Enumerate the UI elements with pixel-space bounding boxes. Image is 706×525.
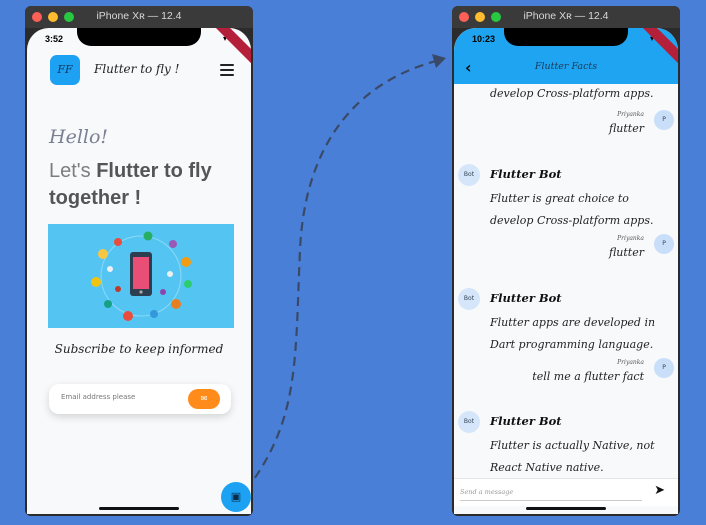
phone-notch	[77, 28, 201, 46]
status-time: 10:23	[472, 34, 496, 44]
right-simulator-window: iPhone Xʀ — 12.4 ‹ Flutter Facts 10:23 ▾…	[452, 6, 680, 516]
home-indicator	[526, 507, 606, 510]
app-logo[interactable]: FF	[50, 55, 80, 85]
menu-icon[interactable]	[220, 64, 234, 79]
simulator-titlebar: iPhone Xʀ — 12.4	[452, 6, 680, 28]
bot-message-text: Flutter apps are developed in Dart progr…	[490, 316, 656, 351]
phone-screen: ‹ Flutter Facts 10:23 ▾ ▮ develop Cross-…	[454, 28, 678, 514]
bot-avatar: Bot	[458, 288, 480, 310]
user-name: Priyanka	[617, 359, 644, 366]
email-field[interactable]: Email address please	[61, 393, 135, 401]
phone-screen: 3:52 ▾ ▮ FF Flutter to fly ! Hello! Let'…	[27, 28, 251, 514]
tagline-prefix: Let's	[49, 160, 97, 182]
simulator-title: iPhone Xʀ — 12.4	[96, 10, 182, 22]
email-field-container: Email address please ✉	[49, 384, 231, 414]
user-avatar: P	[654, 234, 674, 254]
bot-name: Flutter Bot	[490, 414, 562, 428]
hero-illustration	[48, 224, 234, 328]
input-underline	[460, 500, 642, 501]
app-icons-illustration	[91, 231, 192, 321]
bot-message-text: Flutter is great choice to develop Cross…	[490, 192, 654, 227]
user-message-text: tell me a flutter fact	[532, 370, 644, 383]
bot-name: Flutter Bot	[490, 167, 562, 181]
partial-message-text: develop Cross-platform apps.	[490, 87, 654, 100]
message-composer: Send a message ➤	[454, 478, 678, 506]
chat-message-list[interactable]: develop Cross-platform apps. Priyanka fl…	[454, 84, 678, 478]
status-time: 3:52	[45, 34, 64, 44]
user-avatar: P	[654, 358, 674, 378]
subscribe-label: Subscribe to keep informed	[54, 342, 224, 356]
user-message-text: flutter	[608, 246, 644, 259]
user-name: Priyanka	[617, 111, 644, 118]
bot-name: Flutter Bot	[490, 291, 562, 305]
greeting: Hello!	[49, 126, 109, 148]
simulator-title: iPhone Xʀ — 12.4	[523, 10, 609, 22]
left-simulator-window: iPhone Xʀ — 12.4 3:52 ▾ ▮ FF Flutter to …	[25, 6, 253, 516]
app-bar: FF Flutter to fly !	[27, 50, 251, 90]
subscribe-send-button[interactable]: ✉	[188, 389, 220, 409]
simulator-titlebar: iPhone Xʀ — 12.4	[25, 6, 253, 28]
message-input[interactable]: Send a message	[460, 488, 513, 496]
user-avatar: P	[654, 110, 674, 130]
chat-fab-button[interactable]: ▣	[221, 482, 251, 512]
tagline: Let's Flutter to fly together !	[49, 158, 249, 212]
phone-notch	[504, 28, 628, 46]
bot-message-text: Flutter is actually Native, not React Na…	[490, 439, 655, 474]
bot-avatar: Bot	[458, 411, 480, 433]
app-name: Flutter to fly !	[94, 62, 180, 76]
user-message-text: flutter	[608, 122, 644, 135]
send-icon[interactable]: ➤	[654, 483, 665, 498]
bot-avatar: Bot	[458, 164, 480, 186]
home-indicator	[99, 507, 179, 510]
chat-title: Flutter Facts	[534, 61, 598, 72]
user-name: Priyanka	[617, 235, 644, 242]
